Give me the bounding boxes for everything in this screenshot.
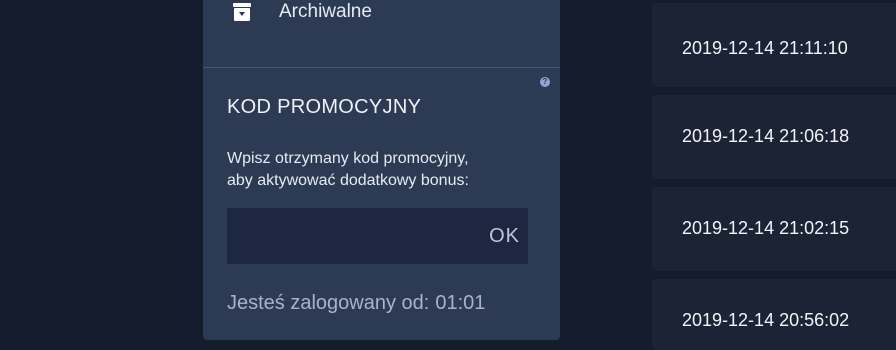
promo-code-description: Wpisz otrzymany kod promocyjny, aby akty… [227,148,547,192]
list-item[interactable]: 2019-12-14 21:06:18 [652,95,896,179]
timestamp: 2019-12-14 21:11:10 [682,38,848,58]
list-item[interactable]: 2019-12-14 20:56:02 [652,279,896,350]
account-sidebar-panel: Archiwalne ? KOD PROMOCYJNY Wpisz otrzym… [203,0,560,340]
promo-description-line-1: Wpisz otrzymany kod promocyjny, [227,150,469,167]
timestamp: 2019-12-14 21:06:18 [682,126,850,146]
section-divider [203,67,560,68]
sidebar-item-label: Archiwalne [279,1,372,22]
session-duration: Jesteś zalogowany od: 01:01 [227,290,485,316]
session-duration-label: Jesteś zalogowany od: [227,292,430,314]
session-duration-value: 01:01 [435,292,486,314]
promo-code-input[interactable] [227,208,487,264]
promo-code-title: KOD PROMOCYJNY [227,96,422,118]
timestamp: 2019-12-14 20:56:02 [682,310,850,330]
list-item[interactable]: 2019-12-14 21:02:15 [652,187,896,271]
archive-icon [230,0,254,24]
sidebar-item-archive[interactable]: Archiwalne [203,0,560,28]
promo-ok-button[interactable]: OK [489,208,520,264]
promo-code-form: OK [227,208,528,264]
help-icon[interactable]: ? [540,77,550,87]
promo-description-line-2: aby aktywować dodatkowy bonus: [227,172,469,189]
list-item[interactable]: 2019-12-14 21:11:10 [652,3,896,87]
timestamp: 2019-12-14 21:02:15 [682,218,850,238]
